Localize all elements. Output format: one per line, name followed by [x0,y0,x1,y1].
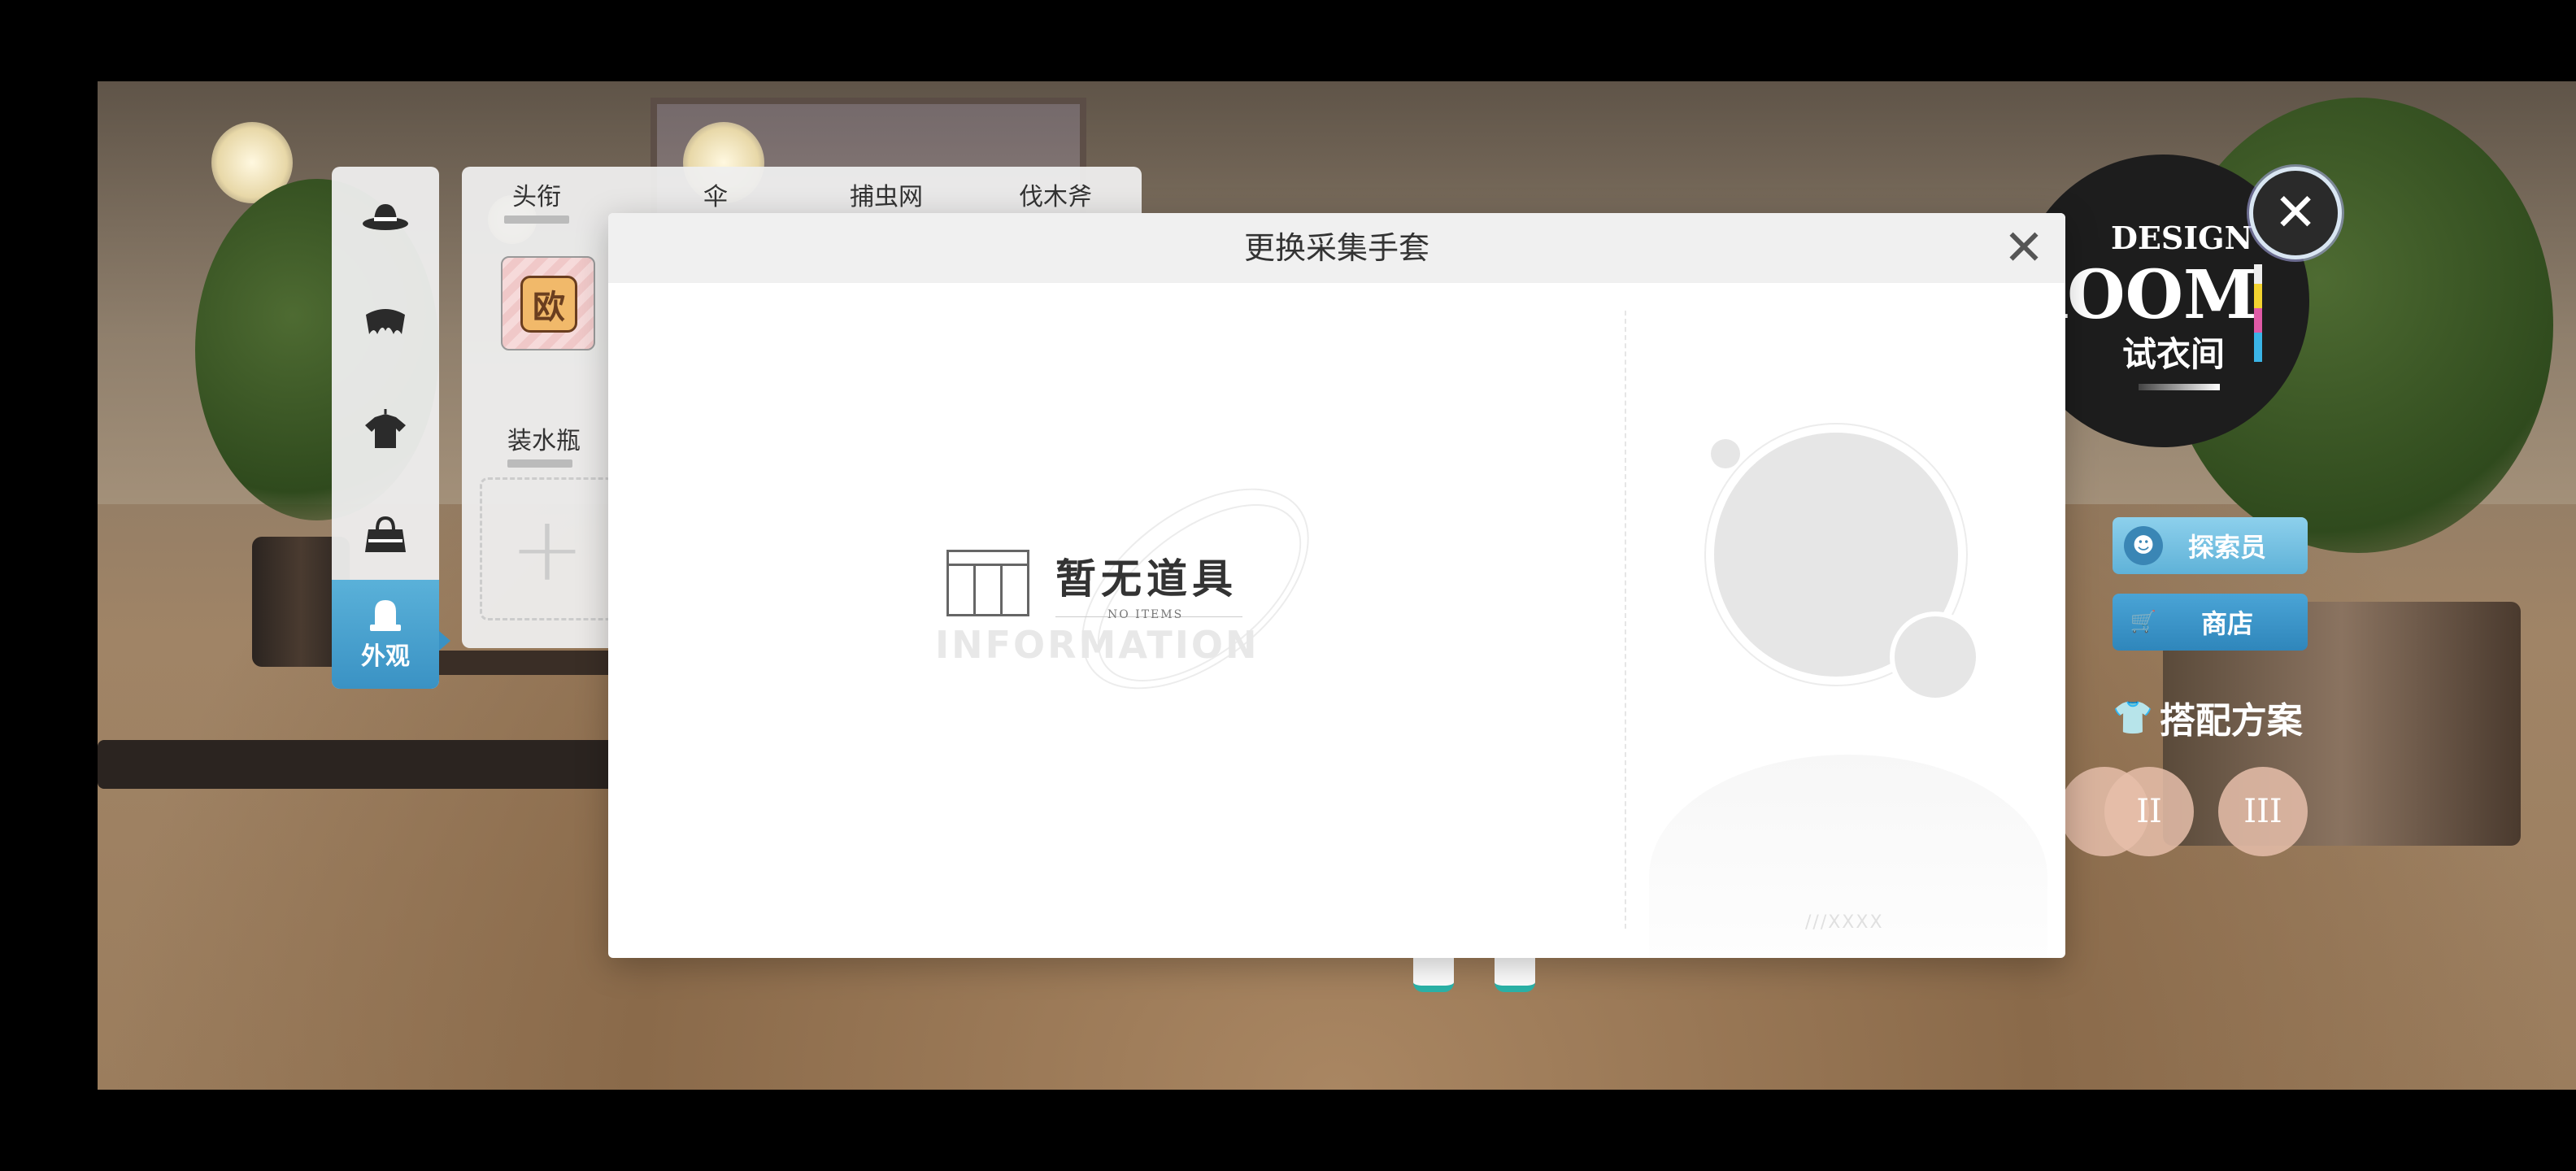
category-top[interactable] [332,380,439,477]
plus-icon: + [509,497,585,601]
explorer-button-label: 探索员 [2187,532,2266,563]
tab-bug-net[interactable]: 捕虫网 [821,176,951,212]
change-gloves-dialog: 更换采集手套 ✕ 暂无道具 NO ITEMS INFORMATION ///XX… [608,213,2065,958]
category-appearance-label: 外观 [361,642,410,671]
outfit-presets-title: 👕 搭配方案 [2113,691,2303,743]
outfit-preset-3[interactable]: III [2218,767,2308,856]
explorer-button[interactable]: ☻ 探索员 [2113,517,2308,574]
hair-icon [366,309,405,334]
dialog-divider [1625,311,1626,929]
empty-subtitle: NO ITEMS [1107,608,1184,621]
outfit-icon: 👕 [2113,699,2153,737]
preview-small-circle [1890,612,1981,703]
exit-fitting-room-button[interactable]: ✕ [2249,167,2342,259]
outfit-title-text: 搭配方案 [2159,700,2303,742]
character-feet [1413,953,1535,992]
shop-button[interactable]: 🛒 商店 [2113,594,2308,651]
add-water-bottle-slot[interactable]: + [480,477,615,620]
category-hat[interactable] [332,167,439,264]
active-category-arrow [439,631,450,651]
empty-watermark: INFORMATION [935,623,1260,667]
close-icon: ✕ [2274,183,2317,243]
tab-title[interactable]: 头衔 [472,176,602,224]
preview-code: ///XXXX [1805,912,1884,933]
badge-color-strip [2254,264,2262,362]
close-icon: ✕ [2003,220,2045,276]
empty-title: 暂无道具 [1055,555,1238,603]
category-appearance[interactable]: 外观 [332,580,439,689]
category-hair[interactable] [332,274,439,372]
badge-bar [2139,384,2220,390]
category-bag[interactable] [332,485,439,583]
dialog-title: 更换采集手套 [1243,230,1429,266]
bag-icon [365,516,406,552]
appearance-icon [370,600,401,631]
preset-2-label: II [2136,793,2162,830]
equipped-title-slot[interactable]: 欧 [501,256,595,350]
outfit-preset-2[interactable]: II [2104,767,2194,856]
hat-icon [363,204,408,230]
water-bottle-label: 装水瓶 [507,420,581,468]
title-badge-icon: 欧 [520,276,577,333]
scene-bench [98,740,683,789]
badge-fitting-room-text: 试衣间 [2122,334,2226,374]
shirt-icon [365,409,406,448]
empty-state: 暂无道具 NO ITEMS INFORMATION [935,550,1376,672]
explorer-avatar-icon: ☻ [2124,526,2163,565]
empty-box-icon [946,550,1029,616]
shop-cart-icon: 🛒 [2130,610,2157,634]
category-sidebar: 外观 [332,167,439,689]
tab-umbrella[interactable]: 伞 [651,176,781,212]
tab-axe[interactable]: 伐木斧 [990,176,1120,212]
shop-button-label: 商店 [2200,608,2253,639]
preview-dot [1711,439,1740,468]
dialog-close-button[interactable]: ✕ [1999,223,2049,273]
preset-3-label: III [2243,793,2282,830]
badge-design-text: DESIGN [2111,220,2253,256]
